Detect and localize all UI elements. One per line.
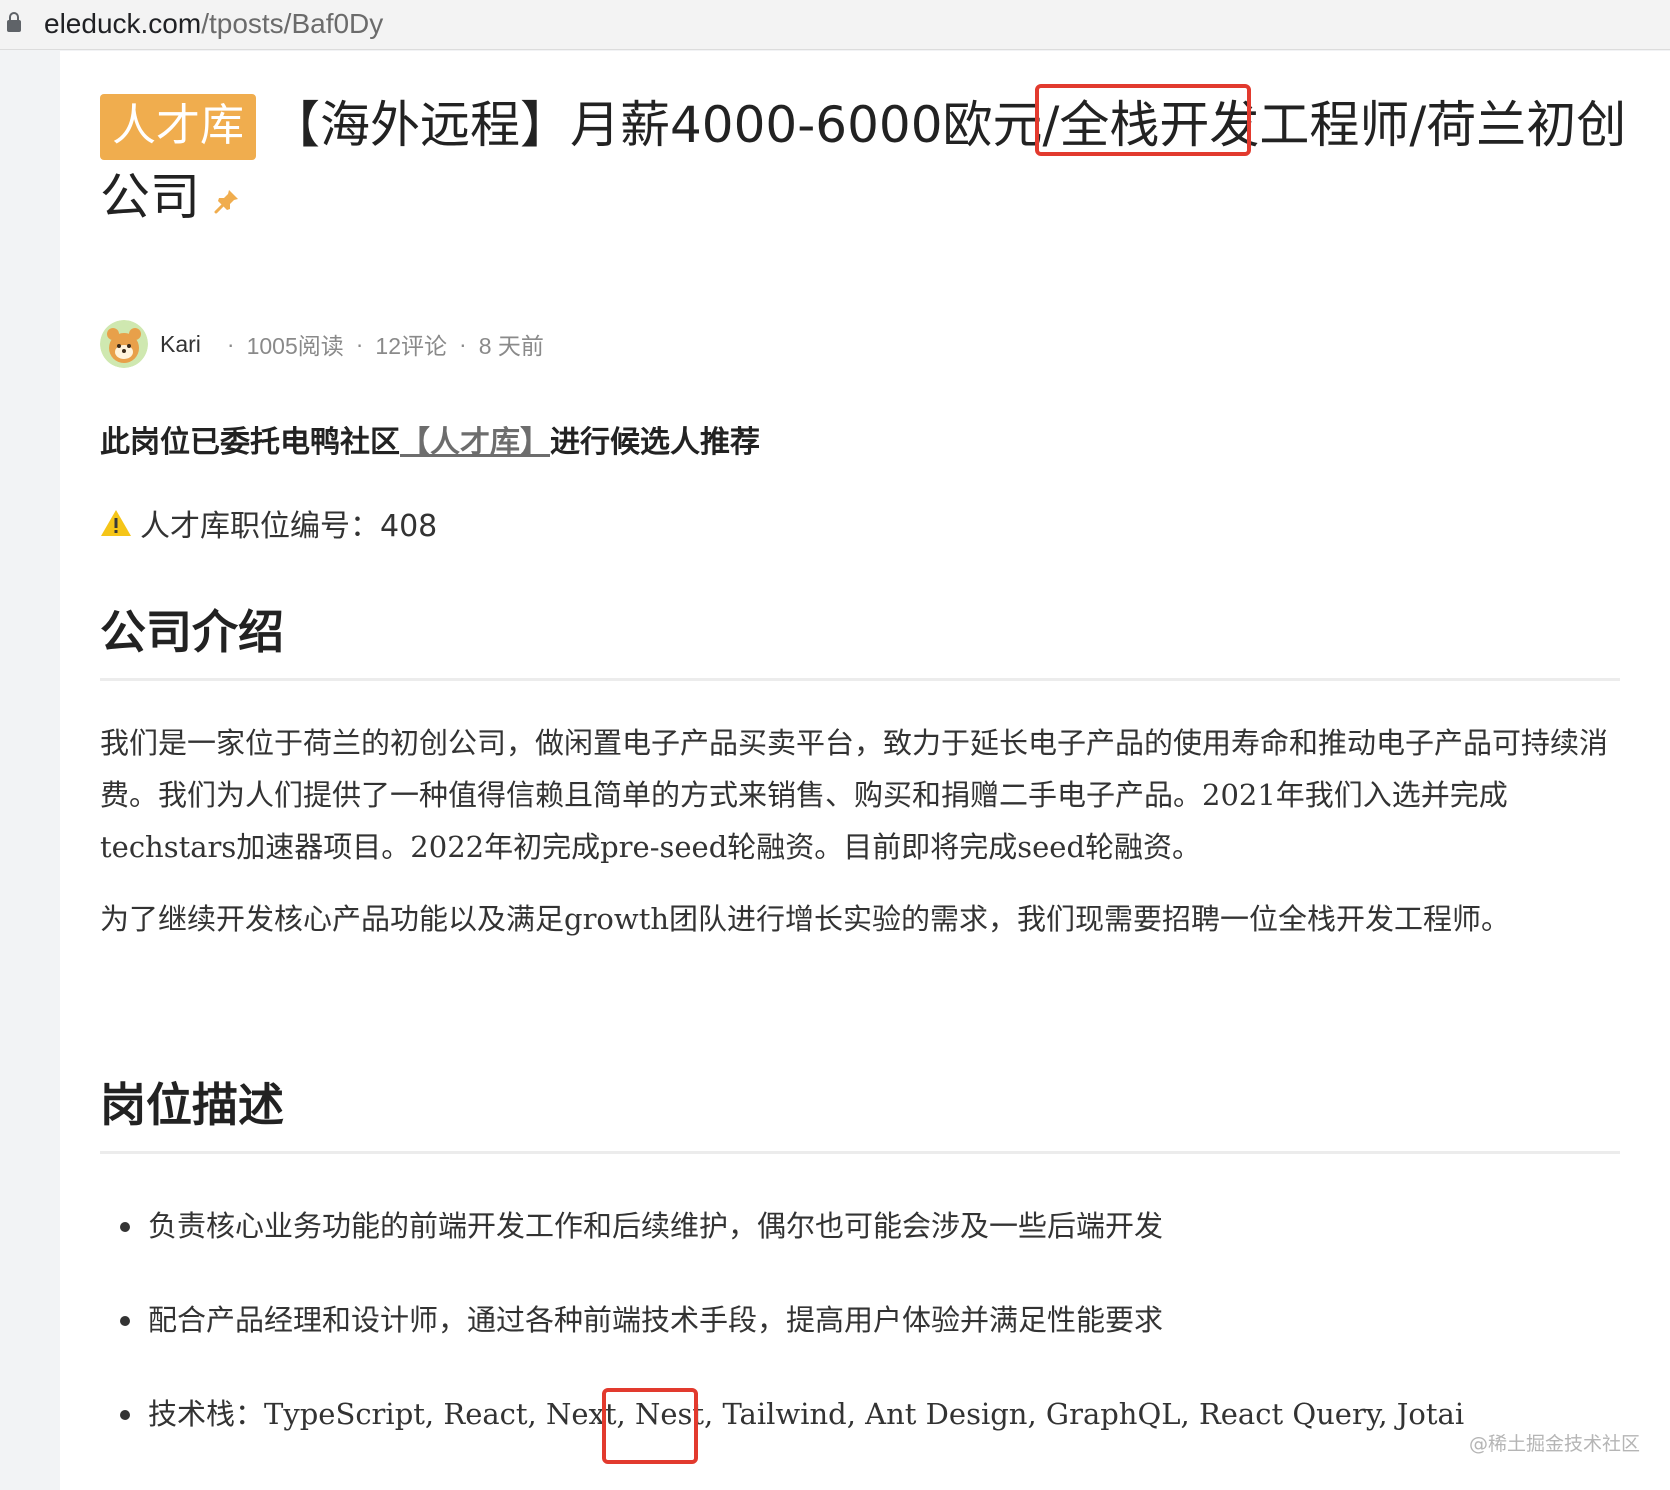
job-description-heading: 岗位描述 [100, 1069, 1620, 1154]
post-title: 【海外远程】月薪4000-6000欧元/全栈开发工程师/荷兰初创公司 [100, 96, 1626, 226]
job-description-list: 负责核心业务功能的前端开发工作和后续维护，偶尔也可能会涉及一些后端开发 配合产品… [100, 1206, 1630, 1488]
talent-pool-link[interactable]: 【人才库】 [400, 425, 550, 460]
post-content: 人才库【海外远程】月薪4000-6000欧元/全栈开发工程师/荷兰初创公司 Ka… [60, 51, 1670, 1490]
job-number-line: 人才库职位编号：408 [100, 501, 437, 545]
post-title-block: 人才库【海外远程】月薪4000-6000欧元/全栈开发工程师/荷兰初创公司 [100, 89, 1660, 233]
url-text[interactable]: eleduck.com/tposts/Baf0Dy [44, 6, 383, 42]
post-meta: Kari · 1005阅读 · 12评论 · 8 天前 [100, 319, 544, 369]
read-count: 1005阅读 [247, 327, 344, 361]
company-intro-paragraph: 我们是一家位于荷兰的初创公司，做闲置电子产品买卖平台，致力于延长电子产品的使用寿… [100, 717, 1630, 873]
pin-icon [214, 188, 240, 214]
address-bar[interactable]: eleduck.com/tposts/Baf0Dy [0, 0, 1670, 50]
delegation-prefix: 此岗位已委托电鸭社区 [100, 425, 400, 460]
separator-dot: · [356, 331, 364, 358]
url-host: eleduck.com [44, 8, 201, 39]
avatar[interactable] [100, 320, 148, 368]
highlight-box-fullstack [1035, 84, 1251, 156]
company-intro-heading: 公司介绍 [100, 596, 1620, 681]
warning-icon [100, 508, 132, 538]
job-number: 人才库职位编号：408 [140, 501, 437, 545]
separator-dot: · [227, 331, 235, 358]
hiring-paragraph: 为了继续开发核心产品功能以及满足growth团队进行增长实验的需求，我们现需要招… [100, 893, 1630, 945]
separator-dot: · [459, 331, 467, 358]
list-item: 负责核心业务功能的前端开发工作和后续维护，偶尔也可能会涉及一些后端开发 [100, 1206, 1630, 1300]
author-name[interactable]: Kari [160, 331, 201, 358]
lock-icon [6, 12, 22, 32]
watermark: @稀土掘金技术社区 [1469, 1429, 1640, 1456]
comment-count[interactable]: 12评论 [375, 327, 447, 361]
url-path: /tposts/Baf0Dy [201, 8, 383, 39]
highlight-box-nest [602, 1388, 698, 1464]
delegation-suffix: 进行候选人推荐 [550, 425, 760, 460]
talent-pool-badge[interactable]: 人才库 [100, 94, 256, 160]
list-item: 技术栈：TypeScript, React, Next, Nest, Tailw… [100, 1394, 1630, 1488]
post-time: 8 天前 [479, 327, 544, 361]
delegation-notice: 此岗位已委托电鸭社区【人才库】进行候选人推荐 [100, 417, 760, 461]
list-item: 配合产品经理和设计师，通过各种前端技术手段，提高用户体验并满足性能要求 [100, 1300, 1630, 1394]
